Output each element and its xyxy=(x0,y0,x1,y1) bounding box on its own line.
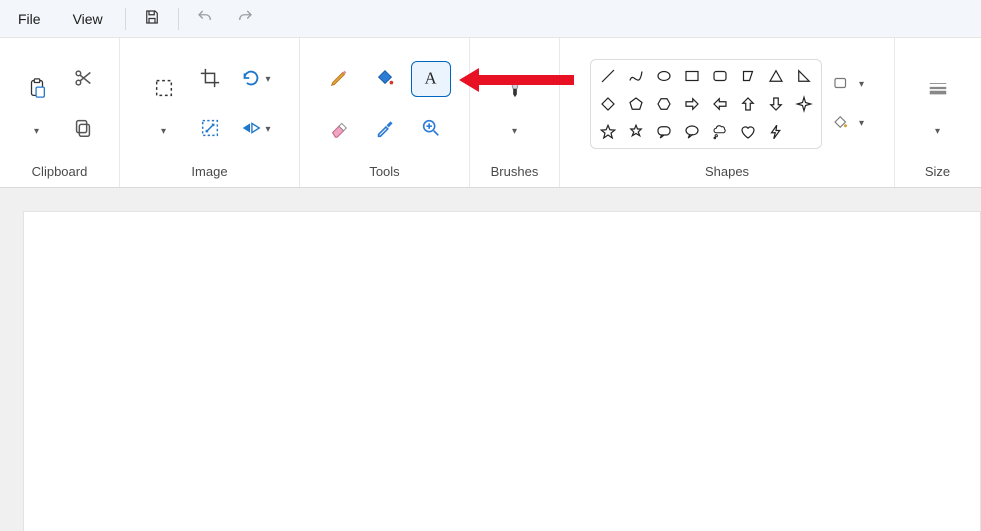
canvas-area xyxy=(0,188,981,531)
shape-arrow-right[interactable] xyxy=(679,91,705,117)
shape-heart[interactable] xyxy=(735,119,761,145)
group-clipboard: ▾ Clipboard xyxy=(0,38,120,187)
group-tools-label: Tools xyxy=(369,158,399,179)
flip-button[interactable]: ▾ xyxy=(236,111,276,147)
bucket-icon xyxy=(374,67,396,92)
select-dropdown[interactable]: ▾ xyxy=(161,126,166,137)
copy-button[interactable] xyxy=(63,111,103,147)
menu-view[interactable]: View xyxy=(57,1,119,37)
flip-icon xyxy=(240,117,262,142)
menu-file[interactable]: File xyxy=(2,1,57,37)
shape-polygon[interactable] xyxy=(735,63,761,89)
shape-arrow-up[interactable] xyxy=(735,91,761,117)
menubar: File View xyxy=(0,0,981,38)
outline-icon xyxy=(832,74,850,95)
shape-fill-button[interactable]: ▾ xyxy=(832,113,864,134)
shape-empty xyxy=(791,119,817,145)
eyedropper-icon xyxy=(374,117,396,142)
shape-line[interactable] xyxy=(595,63,621,89)
shape-pentagon[interactable] xyxy=(623,91,649,117)
rotate-icon xyxy=(240,67,262,92)
group-brushes: ▾ Brushes xyxy=(470,38,560,187)
canvas[interactable] xyxy=(24,212,980,531)
shape-5point-star[interactable] xyxy=(595,119,621,145)
shape-diamond[interactable] xyxy=(595,91,621,117)
shape-right-triangle[interactable] xyxy=(791,63,817,89)
undo-icon xyxy=(196,8,214,29)
text-tool-button[interactable]: A xyxy=(411,61,451,97)
pencil-tool-button[interactable] xyxy=(319,61,359,97)
shape-curve[interactable] xyxy=(623,63,649,89)
stroke-width-icon xyxy=(927,77,949,102)
group-shapes-label: Shapes xyxy=(705,158,749,179)
shape-callout-oval[interactable] xyxy=(679,119,705,145)
chevron-down-icon: ▾ xyxy=(265,74,270,85)
shape-lightning[interactable] xyxy=(763,119,789,145)
shape-6point-star[interactable] xyxy=(623,119,649,145)
shape-rectangle[interactable] xyxy=(679,63,705,89)
brush-button[interactable] xyxy=(495,72,535,108)
cut-button[interactable] xyxy=(63,61,103,97)
eraser-tool-button[interactable] xyxy=(319,111,359,147)
text-icon: A xyxy=(420,67,442,92)
fill-icon xyxy=(832,113,850,134)
brush-icon xyxy=(504,77,526,102)
save-button[interactable] xyxy=(132,0,172,38)
paste-dropdown[interactable]: ▾ xyxy=(34,126,39,137)
save-icon xyxy=(143,8,161,29)
copy-icon xyxy=(72,117,94,142)
rotate-button[interactable]: ▾ xyxy=(236,61,276,97)
shape-callout-cloud[interactable] xyxy=(707,119,733,145)
group-image-label: Image xyxy=(191,158,227,179)
shape-triangle[interactable] xyxy=(763,63,789,89)
undo-button[interactable] xyxy=(185,0,225,38)
group-brushes-label: Brushes xyxy=(491,158,539,179)
resize-button[interactable] xyxy=(190,111,230,147)
shape-rounded-rect[interactable] xyxy=(707,63,733,89)
shapes-gallery[interactable] xyxy=(590,59,822,149)
shape-4point-star[interactable] xyxy=(791,91,817,117)
shape-arrow-down[interactable] xyxy=(763,91,789,117)
crop-button[interactable] xyxy=(190,61,230,97)
paste-icon xyxy=(26,77,48,102)
shape-outline-button[interactable]: ▾ xyxy=(832,74,864,95)
group-tools: A Tools xyxy=(300,38,470,187)
picker-tool-button[interactable] xyxy=(365,111,405,147)
shape-arrow-left[interactable] xyxy=(707,91,733,117)
group-shapes: ▾ ▾ Shapes xyxy=(560,38,895,187)
ribbon: ▾ Clipboard xyxy=(0,38,981,188)
svg-text:A: A xyxy=(424,68,436,87)
shape-callout-rounded[interactable] xyxy=(651,119,677,145)
separator xyxy=(125,8,126,30)
crop-icon xyxy=(199,67,221,92)
group-clipboard-label: Clipboard xyxy=(32,158,88,179)
size-button[interactable] xyxy=(918,72,958,108)
chevron-down-icon: ▾ xyxy=(265,124,270,135)
chevron-down-icon: ▾ xyxy=(859,118,864,129)
fill-tool-button[interactable] xyxy=(365,61,405,97)
scissors-icon xyxy=(72,67,94,92)
group-size-label: Size xyxy=(925,158,950,179)
pencil-icon xyxy=(328,67,350,92)
select-button[interactable] xyxy=(144,72,184,108)
redo-button[interactable] xyxy=(225,0,265,38)
group-size: ▾ Size xyxy=(895,38,980,187)
shape-oval[interactable] xyxy=(651,63,677,89)
brush-dropdown[interactable]: ▾ xyxy=(512,126,517,137)
magnifier-icon xyxy=(420,117,442,142)
eraser-icon xyxy=(328,117,350,142)
group-image: ▾ ▾ xyxy=(120,38,300,187)
paste-button[interactable] xyxy=(17,72,57,108)
select-icon xyxy=(153,77,175,102)
chevron-down-icon: ▾ xyxy=(859,79,864,90)
resize-icon xyxy=(199,117,221,142)
size-dropdown[interactable]: ▾ xyxy=(935,126,940,137)
separator xyxy=(178,8,179,30)
shape-hexagon[interactable] xyxy=(651,91,677,117)
redo-icon xyxy=(236,8,254,29)
magnifier-tool-button[interactable] xyxy=(411,111,451,147)
